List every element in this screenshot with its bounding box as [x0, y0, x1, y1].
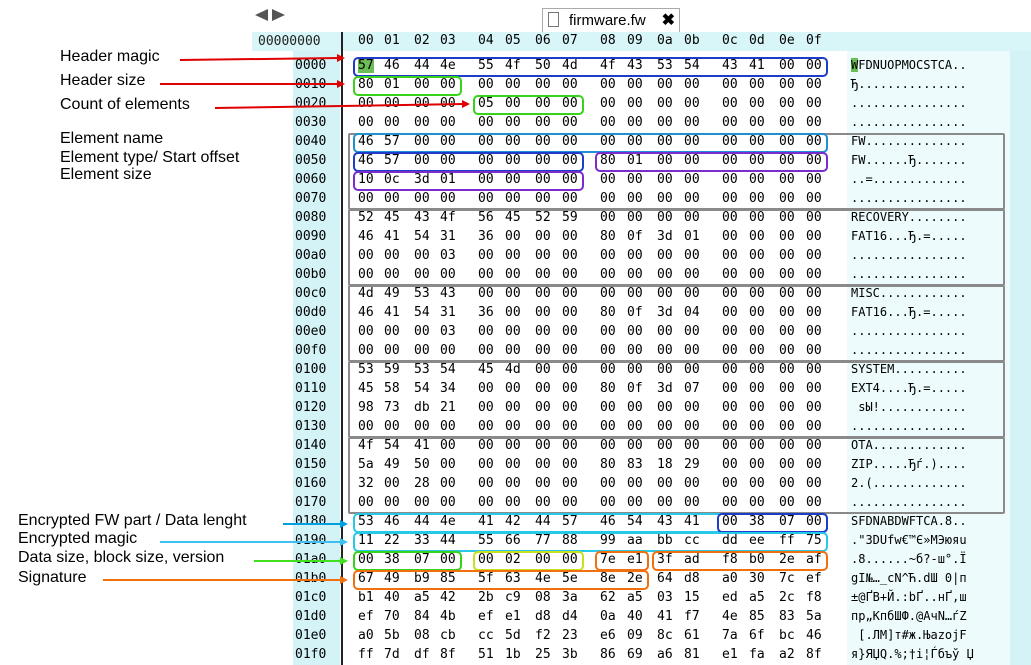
annotation-label: Data size, block size, version [18, 549, 225, 566]
hex-editor-screenshot: firmware.fw ✖ 00000000 00 01 02 03 04 05 06 07 0… [0, 0, 1031, 665]
arrow [283, 520, 348, 528]
annotation-label: Encrypted magic [18, 530, 138, 547]
arrow [103, 576, 348, 584]
arrow [160, 80, 345, 88]
arrow [179, 54, 345, 62]
arrow [214, 100, 470, 109]
annotation-label: Element size [60, 166, 152, 183]
annotation-label: Count of elements [60, 96, 190, 113]
arrow [160, 538, 348, 546]
annotation-label: Encrypted FW part / Data lenght [18, 512, 247, 529]
annotation-label: Header size [60, 72, 146, 89]
annotation-label: Header magic [60, 48, 160, 65]
annotation-label: Element name [60, 130, 164, 147]
arrow [254, 557, 348, 565]
annotation-label: Signature [18, 569, 87, 586]
annotation-label: Element type/ Start offset [60, 149, 240, 166]
